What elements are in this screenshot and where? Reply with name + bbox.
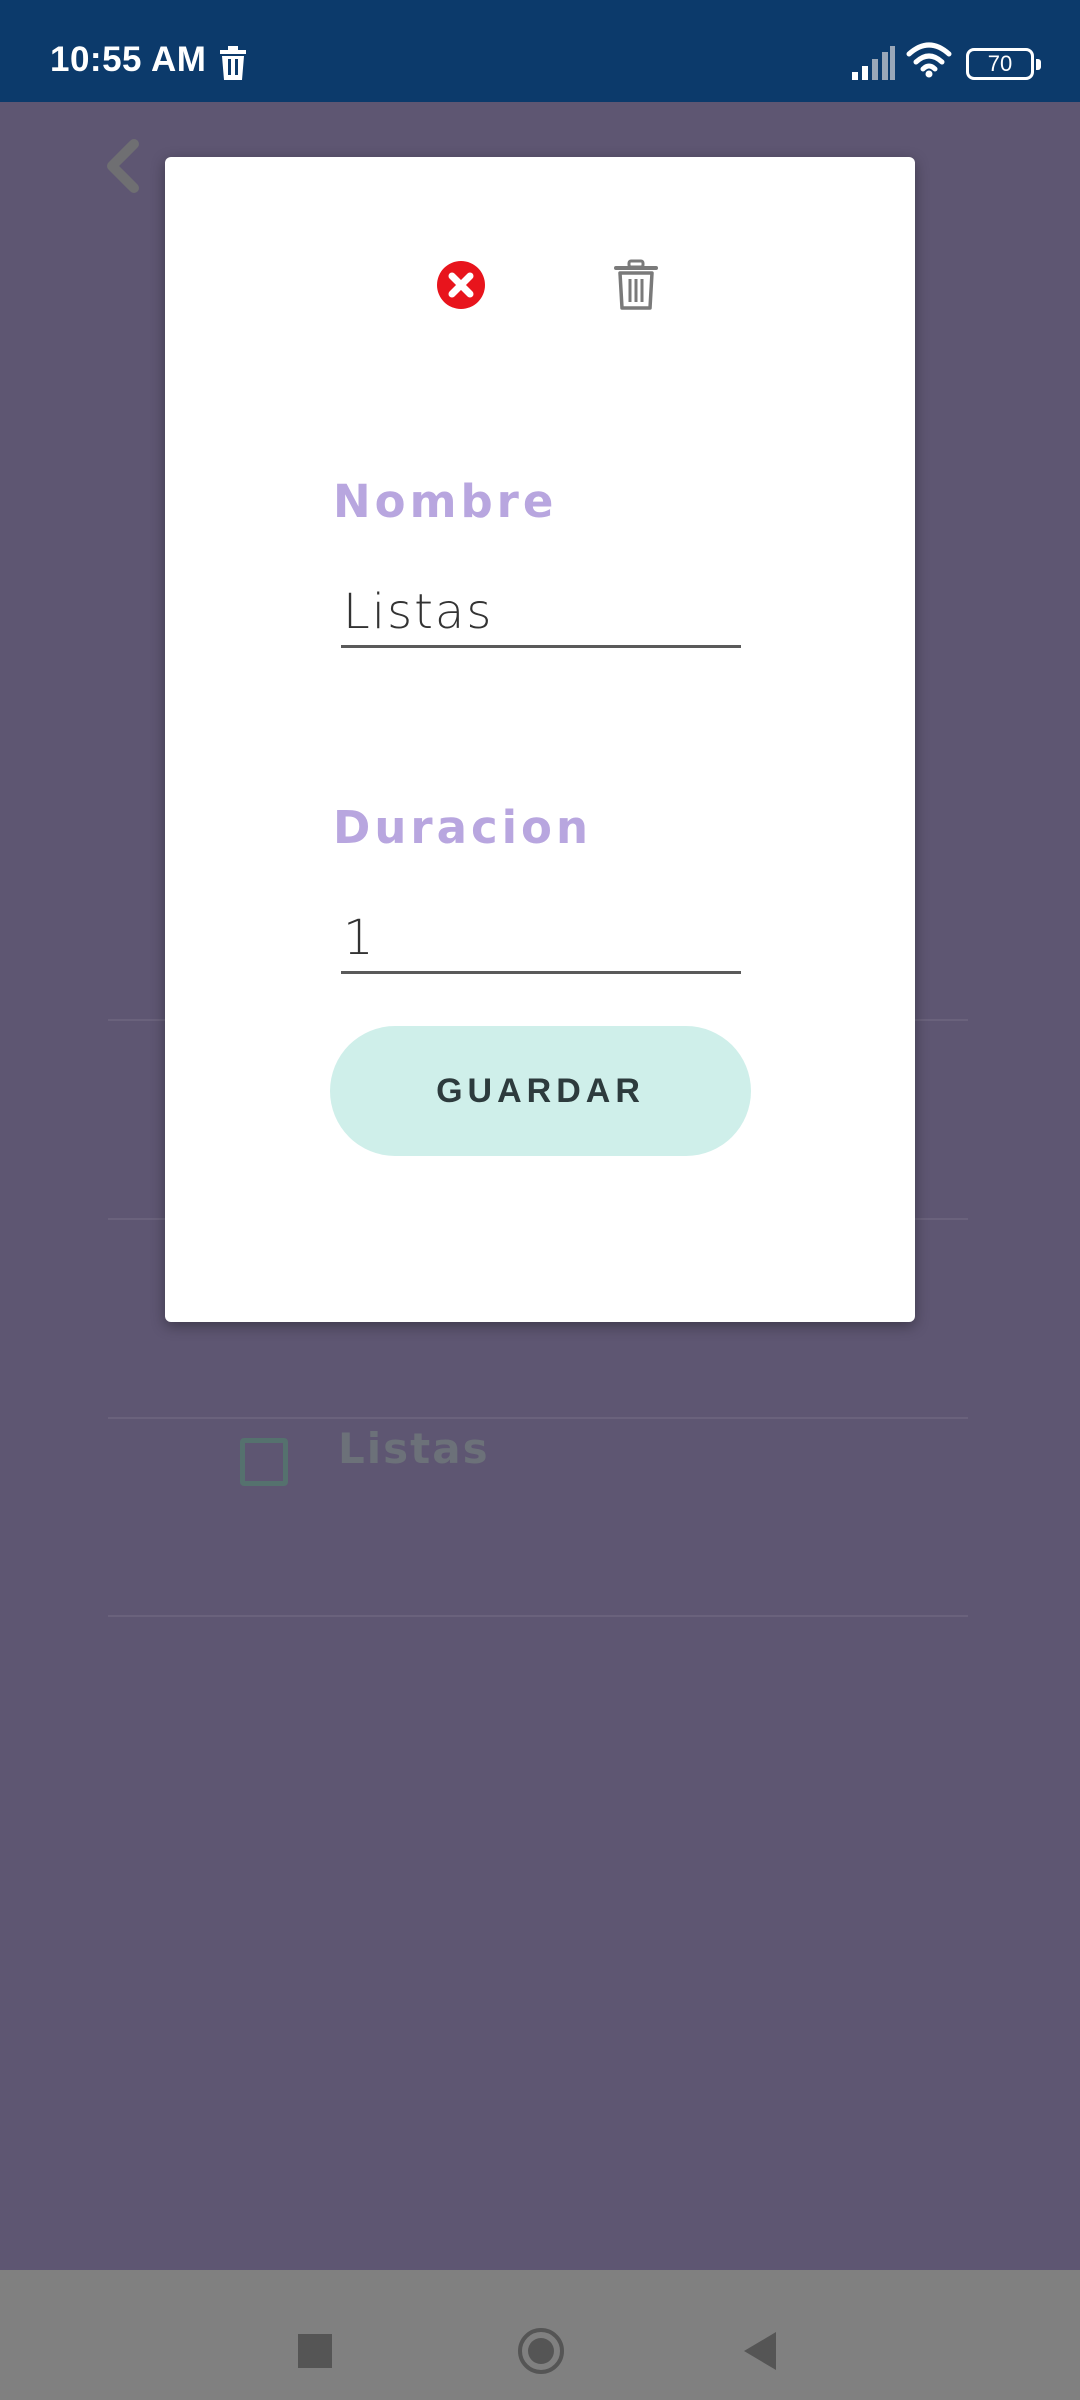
- signal-icon: [852, 46, 895, 80]
- status-bar: 10:55 AM 70: [0, 0, 1080, 102]
- navigation-bar: [0, 2270, 1080, 2400]
- close-button[interactable]: [425, 249, 497, 321]
- list-divider: [108, 1417, 968, 1419]
- status-time: 10:55 AM: [50, 40, 207, 79]
- home-button[interactable]: [518, 2328, 564, 2374]
- list-divider: [108, 1615, 968, 1617]
- trash-icon: [220, 46, 246, 80]
- back-chevron-icon[interactable]: [100, 138, 146, 194]
- back-button[interactable]: [744, 2332, 776, 2370]
- list-item-label: Listas: [338, 1424, 490, 1473]
- wifi-icon: [906, 42, 952, 78]
- battery-level: 70: [987, 51, 1013, 76]
- save-button[interactable]: GUARDAR: [330, 1026, 751, 1156]
- delete-button[interactable]: [600, 249, 672, 321]
- nombre-input[interactable]: [341, 578, 741, 648]
- list-item-checkbox[interactable]: [240, 1438, 288, 1486]
- recents-button[interactable]: [298, 2334, 332, 2368]
- battery-icon: 70: [966, 48, 1041, 80]
- close-icon: [437, 261, 485, 309]
- trash-icon: [614, 259, 658, 310]
- duracion-label: Duracion: [333, 801, 592, 854]
- duracion-input[interactable]: [341, 904, 741, 974]
- edit-dialog: Nombre Duracion GUARDAR: [165, 157, 915, 1322]
- nombre-label: Nombre: [333, 475, 558, 528]
